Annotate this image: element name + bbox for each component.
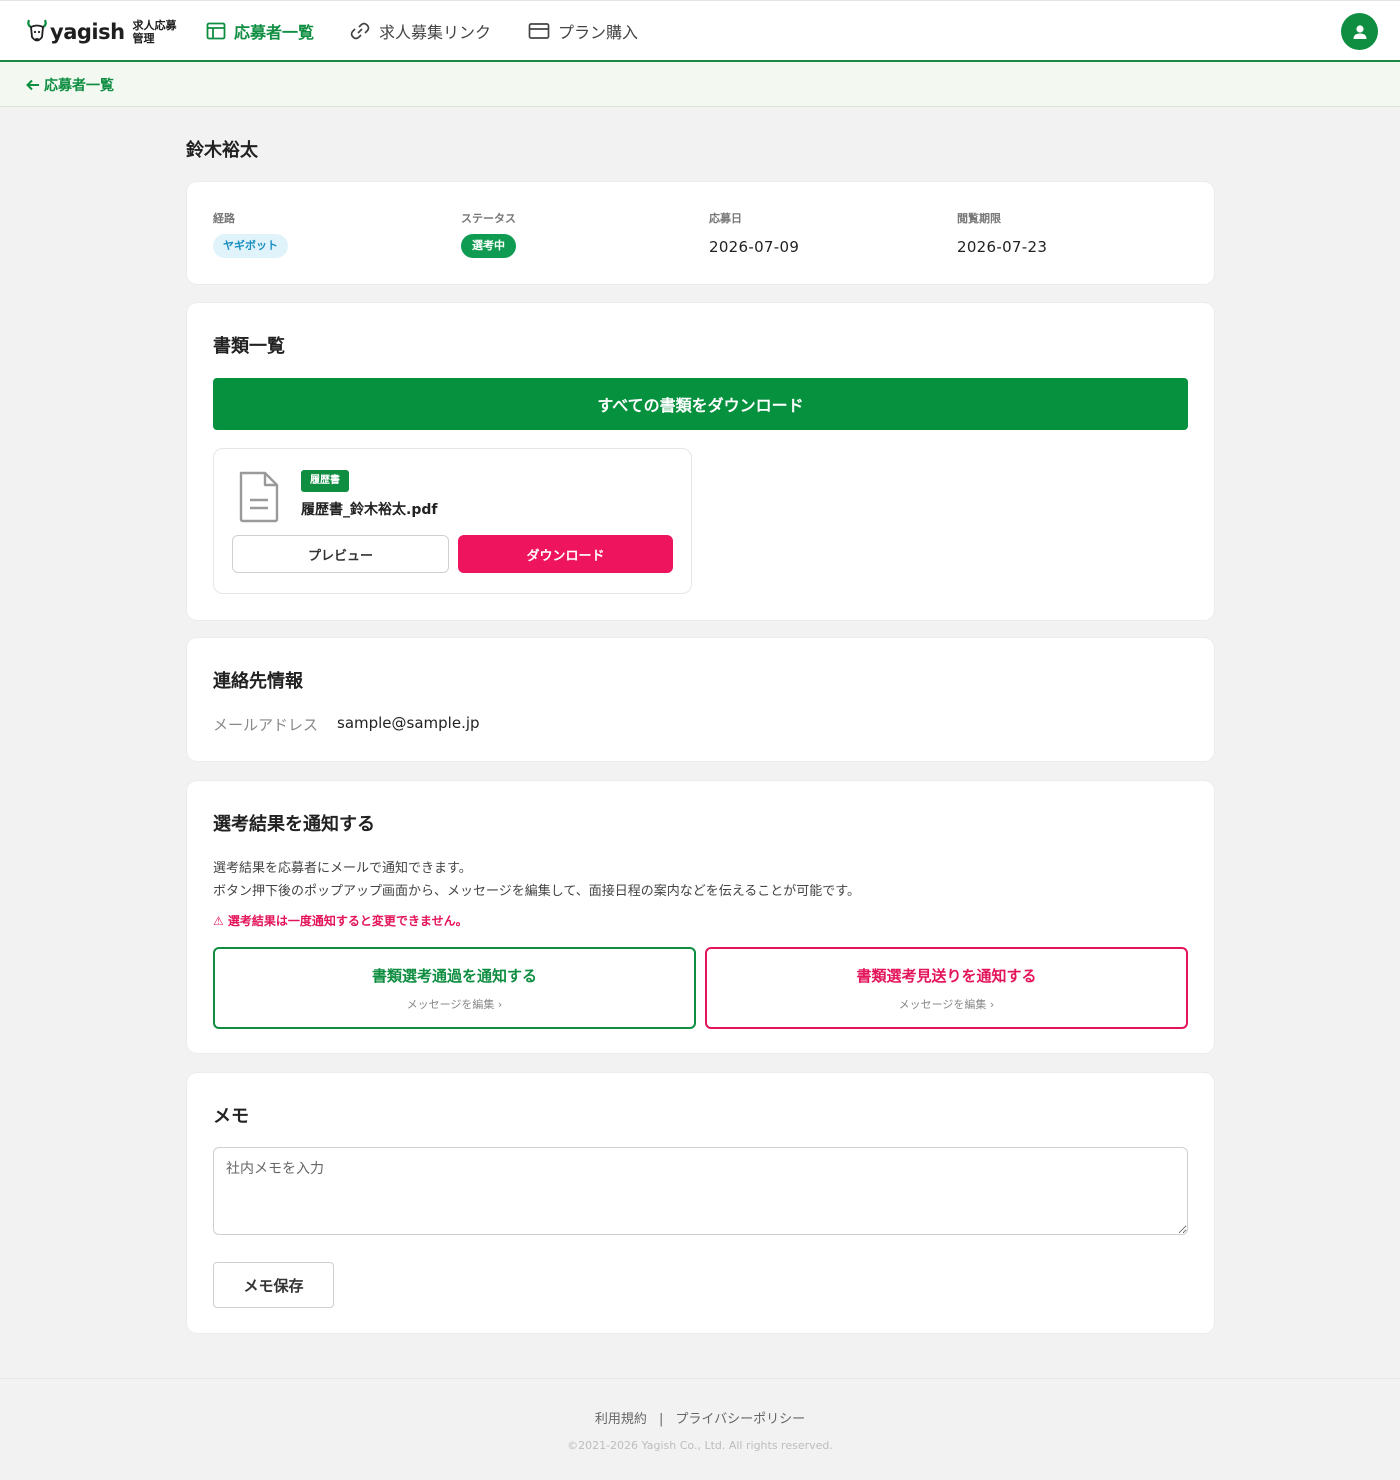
applied-date-field: 応募日 2026-07-09	[709, 210, 799, 256]
footer-separator: |	[658, 1412, 664, 1427]
download-button[interactable]: ダウンロード	[458, 535, 673, 573]
notify-description-line1: 選考結果を応募者にメールで通知できます。	[213, 861, 472, 876]
document-icon	[239, 471, 279, 523]
route-label: 経路	[213, 212, 235, 225]
applied-date-value: 2026-07-09	[709, 238, 800, 256]
logo-subtitle: 求人応募管理	[132, 19, 177, 45]
notify-title: 選考結果を通知する	[213, 814, 375, 835]
notify-result-card: 選考結果を通知する 選考結果を応募者にメールで通知できます。 ボタン押下後のポッ…	[187, 781, 1214, 1053]
breadcrumb-bar: 応募者一覧	[0, 62, 1400, 107]
route-badge: ヤギボット	[213, 234, 288, 258]
document-type-tag: 履歴書	[301, 470, 349, 492]
nav-applicants[interactable]: 応募者一覧	[206, 19, 314, 43]
yagish-logo[interactable]: yagish 求人応募管理	[25, 15, 185, 49]
notify-warning: ⚠ 選考結果は一度通知すると変更できません。	[213, 914, 468, 928]
memo-textarea[interactable]	[213, 1147, 1188, 1235]
top-header: yagish 求人応募管理 応募者一覧 求人募集リンク プラン購入	[0, 0, 1400, 62]
nav-recruit-links-label: 求人募集リンク	[379, 23, 492, 42]
view-deadline-label: 閲覧期限	[957, 212, 1001, 225]
privacy-link[interactable]: プライバシーポリシー	[675, 1412, 805, 1427]
status-field: ステータス 選考中	[461, 210, 516, 258]
copyright: ©2021-2026 Yagish Co., Ltd. All rights r…	[567, 1439, 833, 1452]
terms-link[interactable]: 利用規約	[595, 1412, 647, 1427]
nav-applicants-label: 応募者一覧	[234, 23, 315, 42]
arrow-left-icon	[26, 79, 39, 91]
notify-reject-button[interactable]: 書類選考見送りを通知する メッセージを編集 ›	[705, 947, 1188, 1029]
email-value: sample@sample.jp	[337, 714, 480, 732]
notify-reject-label: 書類選考見送りを通知する	[856, 966, 1037, 985]
notify-description: 選考結果を応募者にメールで通知できます。 ボタン押下後のポップアップ画面から、メ…	[213, 857, 860, 903]
summary-card: 経路 ヤギボット ステータス 選考中 応募日 2026-07-09 閲覧期限 2…	[187, 182, 1214, 284]
credit-card-icon	[528, 23, 550, 39]
goat-logo-icon	[27, 19, 47, 42]
layout-icon	[206, 22, 226, 40]
back-link-label: 応募者一覧	[44, 78, 114, 94]
nav-plan-purchase[interactable]: プラン購入	[528, 19, 638, 43]
notify-reject-edit-message: メッセージを編集 ›	[898, 997, 995, 1011]
nav-plan-purchase-label: プラン購入	[558, 23, 639, 42]
memo-card: メモ メモ保存	[187, 1073, 1214, 1333]
status-badge: 選考中	[461, 234, 516, 258]
footer-links: 利用規約 | プライバシーポリシー	[0, 1408, 1400, 1427]
notify-pass-edit-message: メッセージを編集 ›	[406, 997, 503, 1011]
memo-save-button[interactable]: メモ保存	[213, 1262, 334, 1308]
preview-button[interactable]: プレビュー	[232, 535, 449, 573]
footer: 利用規約 | プライバシーポリシー ©2021-2026 Yagish Co., L…	[0, 1378, 1400, 1480]
view-deadline-value: 2026-07-23	[957, 238, 1048, 256]
documents-card: 書類一覧 すべての書類をダウンロード 履歴書 履歴書_鈴木裕太.pdf プレビュ…	[187, 303, 1214, 620]
download-all-button[interactable]: すべての書類をダウンロード	[213, 378, 1188, 430]
applied-date-label: 応募日	[709, 212, 742, 225]
document-item: 履歴書 履歴書_鈴木裕太.pdf プレビュー ダウンロード	[213, 448, 692, 594]
status-label: ステータス	[461, 212, 516, 225]
nav-recruit-links[interactable]: 求人募集リンク	[349, 19, 491, 43]
email-row: メールアドレス sample@sample.jp	[213, 714, 480, 735]
memo-title: メモ	[213, 1106, 249, 1127]
notify-pass-button[interactable]: 書類選考通過を通知する メッセージを編集 ›	[213, 947, 696, 1029]
user-icon	[1353, 24, 1366, 39]
applicant-name: 鈴木裕太	[186, 140, 258, 161]
link-icon	[350, 22, 370, 40]
view-deadline-field: 閲覧期限 2026-07-23	[957, 210, 1047, 256]
email-label: メールアドレス	[213, 716, 319, 734]
notify-pass-label: 書類選考通過を通知する	[371, 966, 537, 985]
logo-wordmark: yagish	[50, 20, 125, 44]
documents-title: 書類一覧	[213, 336, 285, 357]
route-field: 経路 ヤギボット	[213, 210, 288, 258]
user-menu-button[interactable]	[1341, 13, 1378, 50]
contact-card: 連絡先情報 メールアドレス sample@sample.jp	[187, 638, 1214, 761]
contact-title: 連絡先情報	[213, 671, 303, 692]
back-to-applicants-link[interactable]: 応募者一覧	[26, 75, 114, 95]
document-filename: 履歴書_鈴木裕太.pdf	[301, 502, 438, 518]
notify-description-line2: ボタン押下後のポップアップ画面から、メッセージを編集して、面接日程の案内などを伝…	[213, 884, 861, 899]
